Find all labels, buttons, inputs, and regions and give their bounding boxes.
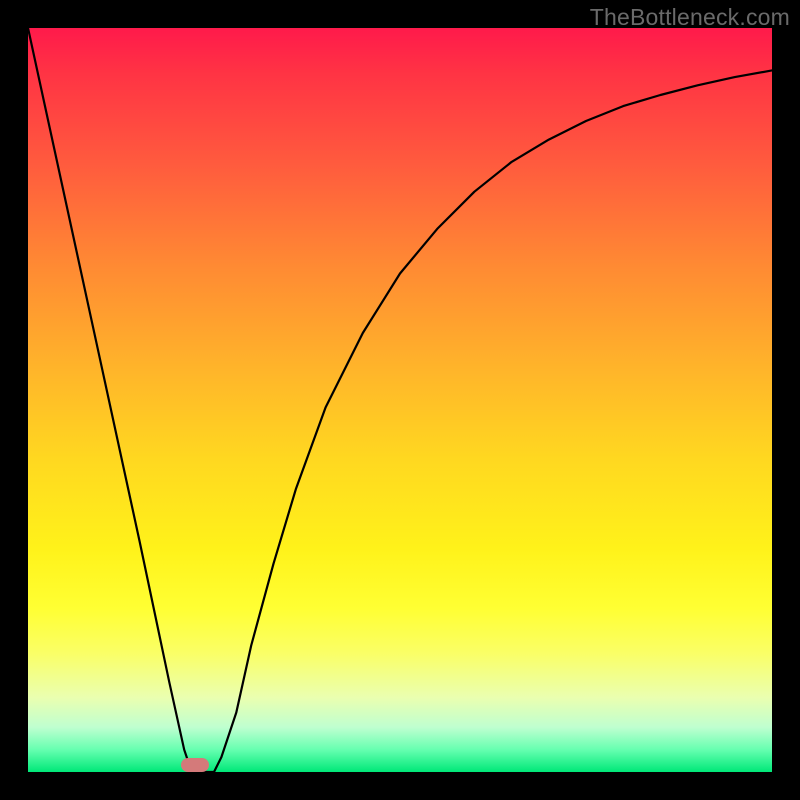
plot-area: [28, 28, 772, 772]
watermark-text: TheBottleneck.com: [590, 4, 790, 31]
bottleneck-curve: [28, 28, 772, 772]
optimal-marker: [181, 758, 209, 772]
chart-frame: TheBottleneck.com: [0, 0, 800, 800]
